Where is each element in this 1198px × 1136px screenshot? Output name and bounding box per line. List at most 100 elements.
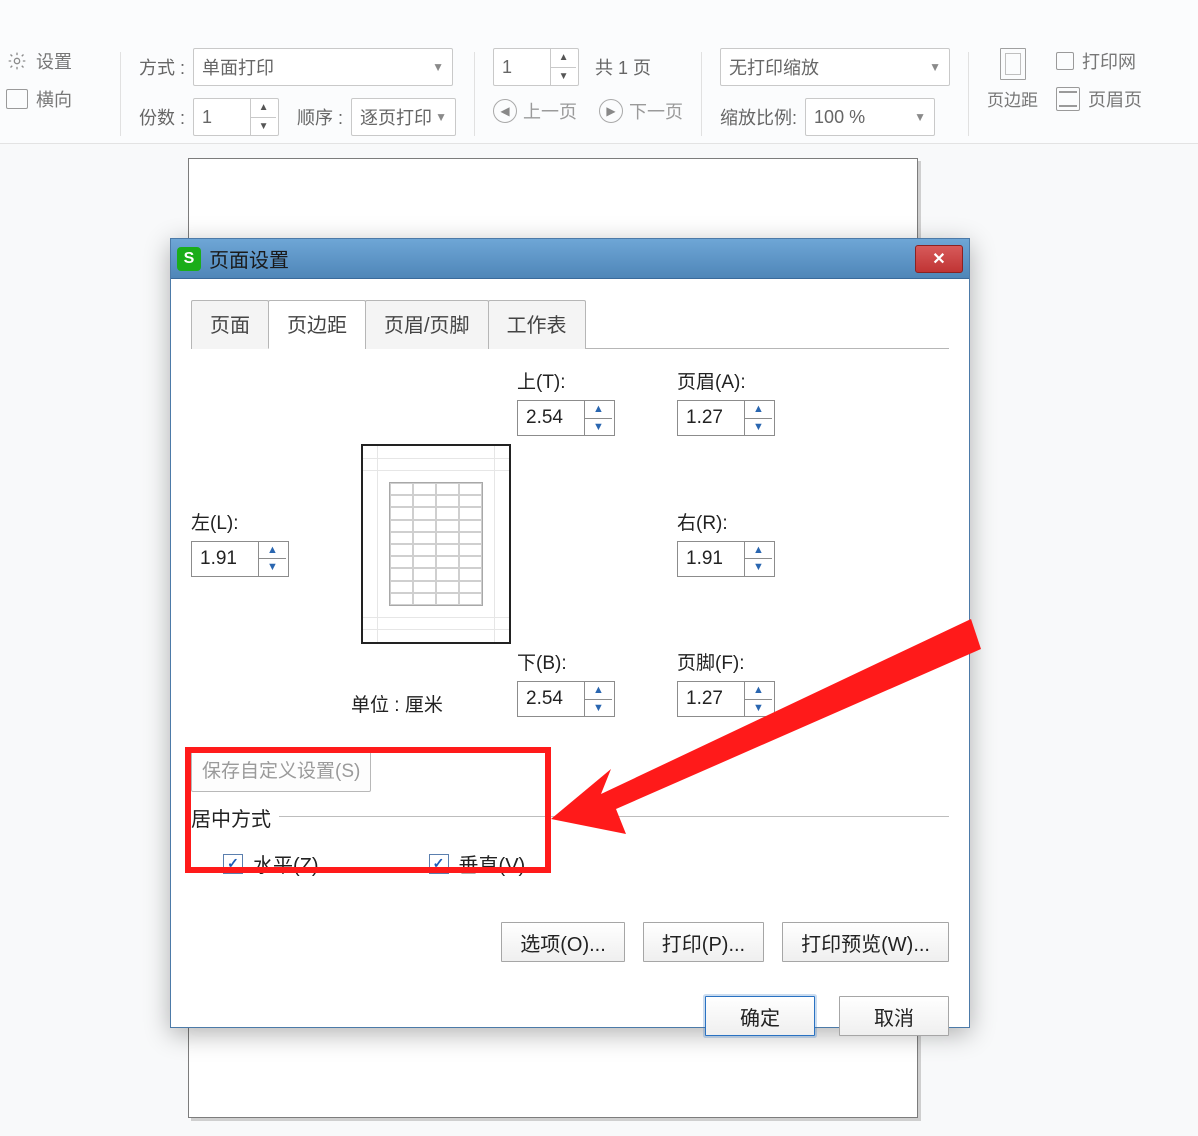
center-vertical-checkbox[interactable]: ✓ 垂直(V) — [429, 849, 526, 878]
dialog-tabs: 页面 页边距 页眉/页脚 工作表 — [191, 299, 949, 349]
tb-group-pages: ▲▼ 共 1 页 ◀ 上一页 ▶ 下一页 — [493, 6, 683, 124]
margin-top-value[interactable] — [518, 407, 584, 429]
caret-down-icon: ▼ — [432, 60, 444, 74]
header-value[interactable] — [678, 407, 744, 429]
tab-label: 页面 — [210, 315, 250, 337]
margin-right-input[interactable]: ▲▼ — [677, 541, 775, 577]
spin-buttons[interactable]: ▲▼ — [744, 401, 772, 435]
footer-label: 页脚(F): — [677, 648, 837, 675]
spin-buttons[interactable]: ▲▼ — [584, 401, 612, 435]
page-input[interactable] — [494, 57, 550, 78]
separator — [968, 52, 969, 136]
spin-buttons[interactable]: ▲▼ — [744, 682, 772, 716]
spin-buttons[interactable]: ▲▼ — [550, 49, 576, 85]
dialog-okcancel: 确定 取消 — [191, 996, 949, 1036]
total-pages-label: 共 1 页 — [595, 54, 651, 80]
margin-top-label: 上(T): — [517, 367, 677, 394]
margin-left-label: 左(L): — [191, 508, 361, 535]
unit-label: 单位 : 厘米 — [191, 662, 517, 717]
header-footer-icon — [1056, 87, 1080, 111]
copies-input[interactable] — [194, 107, 250, 128]
app-icon: S — [177, 247, 201, 271]
close-button[interactable]: ✕ — [915, 245, 963, 273]
margin-bottom-input[interactable]: ▲▼ — [517, 681, 615, 717]
tab-margins[interactable]: 页边距 — [268, 300, 366, 349]
ok-button[interactable]: 确定 — [705, 996, 815, 1036]
center-horizontal-checkbox[interactable]: ✓ 水平(Z) — [223, 849, 319, 878]
footer-input[interactable]: ▲▼ — [677, 681, 775, 717]
caret-down-icon: ▼ — [435, 110, 447, 124]
footer-distance-field: 页脚(F): ▲▼ — [677, 648, 837, 717]
print-order-select[interactable]: 逐页打印 ▼ — [351, 98, 456, 136]
separator — [120, 52, 121, 136]
header-input[interactable]: ▲▼ — [677, 400, 775, 436]
print-mode-value: 单面打印 — [202, 54, 274, 80]
margin-bottom-value[interactable] — [518, 688, 584, 710]
orientation-button[interactable]: 横向 — [6, 86, 102, 112]
settings-label: 设置 — [36, 48, 72, 74]
dialog-titlebar[interactable]: S 页面设置 ✕ — [171, 239, 969, 279]
checkbox-checked-icon: ✓ — [223, 854, 243, 874]
margin-bottom-label: 下(B): — [517, 648, 677, 675]
tb-group-zoom: 无打印缩放 ▼ 缩放比例: 100 % ▼ — [720, 6, 950, 136]
separator — [474, 52, 475, 136]
margins-button[interactable]: 页边距 — [987, 48, 1038, 111]
arrow-right-icon: ▶ — [599, 99, 623, 123]
next-page-button[interactable]: ▶ 下一页 — [599, 98, 683, 124]
cancel-label: 取消 — [874, 1008, 914, 1030]
gear-icon — [6, 50, 28, 72]
header-distance-field: 页眉(A): ▲▼ — [677, 367, 837, 436]
print-mode-select[interactable]: 单面打印 ▼ — [193, 48, 453, 86]
page-spinner[interactable]: ▲▼ — [493, 48, 579, 86]
save-custom-settings-button[interactable]: 保存自定义设置(S) — [191, 747, 371, 792]
margin-top-input[interactable]: ▲▼ — [517, 400, 615, 436]
print-toolbar: 设置 横向 方式 : 单面打印 ▼ 份数 : ▲▼ 顺序 : 逐页打印 ▼ — [0, 0, 1198, 144]
close-icon: ✕ — [932, 249, 945, 269]
zoom-mode-select[interactable]: 无打印缩放 ▼ — [720, 48, 950, 86]
tab-sheet[interactable]: 工作表 — [488, 300, 586, 349]
margins-preview — [361, 444, 511, 644]
tab-page[interactable]: 页面 — [191, 300, 269, 349]
separator — [701, 52, 702, 136]
tb-group-mode: 方式 : 单面打印 ▼ 份数 : ▲▼ 顺序 : 逐页打印 ▼ — [139, 6, 456, 136]
caret-down-icon: ▼ — [929, 60, 941, 74]
orientation-icon — [6, 88, 28, 110]
order-label: 顺序 : — [297, 104, 343, 130]
footer-value[interactable] — [678, 688, 744, 710]
zoom-mode-value: 无打印缩放 — [729, 54, 819, 80]
header-footer-button[interactable]: 页眉页 — [1056, 86, 1142, 112]
margin-left-field: 左(L): ▲▼ — [191, 508, 361, 577]
options-button[interactable]: 选项(O)... — [501, 922, 625, 962]
dialog-action-buttons: 选项(O)... 打印(P)... 打印预览(W)... — [191, 922, 949, 962]
copies-spinner[interactable]: ▲▼ — [193, 98, 279, 136]
cancel-button[interactable]: 取消 — [839, 996, 949, 1036]
margin-bottom-field: 下(B): ▲▼ — [517, 648, 677, 717]
print-button[interactable]: 打印(P)... — [643, 922, 764, 962]
copies-label: 份数 : — [139, 104, 185, 130]
settings-button[interactable]: 设置 — [6, 48, 102, 74]
spin-buttons[interactable]: ▲▼ — [744, 542, 772, 576]
page-margins-icon — [1000, 48, 1026, 80]
margin-left-input[interactable]: ▲▼ — [191, 541, 289, 577]
preview-grid — [389, 482, 483, 606]
margin-right-value[interactable] — [678, 548, 744, 570]
tab-label: 页眉/页脚 — [384, 315, 470, 337]
spin-buttons[interactable]: ▲▼ — [584, 682, 612, 716]
spin-buttons[interactable]: ▲▼ — [258, 542, 286, 576]
print-grid-checkbox[interactable]: 打印网 — [1056, 48, 1142, 74]
tb-group-hfgrid: 打印网 页眉页 — [1056, 6, 1142, 112]
center-legend: 居中方式 — [191, 803, 279, 832]
checkbox-icon — [1056, 52, 1074, 70]
center-horizontal-label: 水平(Z) — [253, 849, 319, 878]
print-preview-button[interactable]: 打印预览(W)... — [782, 922, 949, 962]
mode-label: 方式 : — [139, 54, 185, 80]
margin-left-value[interactable] — [192, 548, 258, 570]
spin-buttons[interactable]: ▲▼ — [250, 99, 276, 135]
margin-top-field: 上(T): ▲▼ — [517, 367, 677, 436]
arrow-left-icon: ◀ — [493, 99, 517, 123]
zoom-ratio-select[interactable]: 100 % ▼ — [805, 98, 935, 136]
margins-label: 页边距 — [987, 86, 1038, 111]
print-order-value: 逐页打印 — [360, 104, 432, 130]
prev-page-button[interactable]: ◀ 上一页 — [493, 98, 577, 124]
tab-header-footer[interactable]: 页眉/页脚 — [365, 300, 489, 349]
